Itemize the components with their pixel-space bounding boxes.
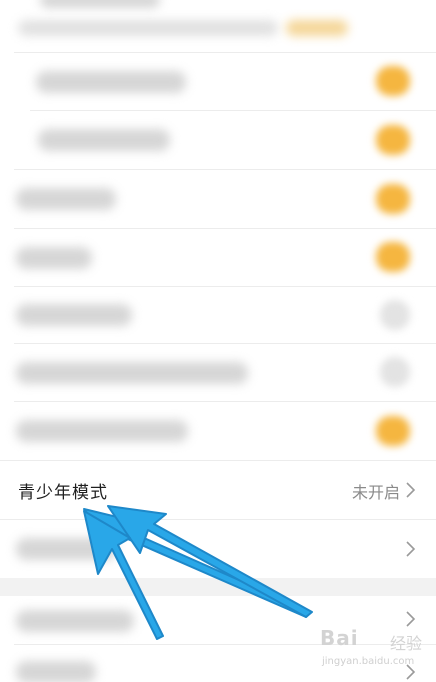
watermark-brand: Bai <box>320 626 359 650</box>
blurred-toggle-switch[interactable] <box>376 416 410 446</box>
blurred-row-label <box>16 362 248 384</box>
blurred-row-label <box>16 247 92 269</box>
blurred-row-label <box>38 129 170 151</box>
blurred-row-label <box>16 304 132 326</box>
blurred-toggle-switch[interactable] <box>376 125 410 155</box>
blurred-setting-row[interactable] <box>0 170 436 228</box>
teen-mode-status: 未开启 <box>351 483 400 502</box>
chevron-right-icon <box>406 482 416 498</box>
blurred-setting-row[interactable] <box>0 402 436 460</box>
blurred-toggle-switch[interactable] <box>380 357 410 387</box>
baidu-jingyan-watermark: Bai 经验 jingyan.baidu.com <box>318 626 428 672</box>
blurred-nav-row[interactable] <box>0 520 436 578</box>
blurred-setting-row[interactable] <box>0 111 436 169</box>
blurred-setting-row[interactable] <box>0 53 436 110</box>
blurred-row-tag <box>286 20 348 36</box>
blurred-row-subtitle <box>18 20 278 36</box>
blurred-toggle-switch[interactable] <box>376 66 410 96</box>
watermark-subtitle: 经验 <box>389 634 422 653</box>
blurred-row-label <box>16 661 96 682</box>
blurred-toggle-switch[interactable] <box>376 184 410 214</box>
blurred-row-label <box>36 71 186 93</box>
teen-mode-label: 青少年模式 <box>18 483 108 503</box>
blurred-row-label <box>16 538 116 560</box>
blurred-row-label <box>16 420 188 442</box>
settings-screen: 青少年模式 未开启 Bai 经验 jingyan.baidu.com <box>0 0 436 682</box>
blurred-setting-row[interactable] <box>0 287 436 343</box>
blurred-toggle-switch[interactable] <box>376 242 410 272</box>
blurred-row-title <box>40 0 160 8</box>
section-gap <box>0 578 436 596</box>
blurred-row-label <box>16 188 116 210</box>
blurred-setting-row[interactable] <box>0 344 436 401</box>
blurred-setting-row-top[interactable] <box>0 0 436 52</box>
blurred-toggle-switch[interactable] <box>380 300 410 330</box>
blurred-setting-row[interactable] <box>0 229 436 286</box>
blurred-row-label <box>16 610 134 632</box>
chevron-right-icon <box>406 541 416 557</box>
watermark-url: jingyan.baidu.com <box>322 656 415 667</box>
